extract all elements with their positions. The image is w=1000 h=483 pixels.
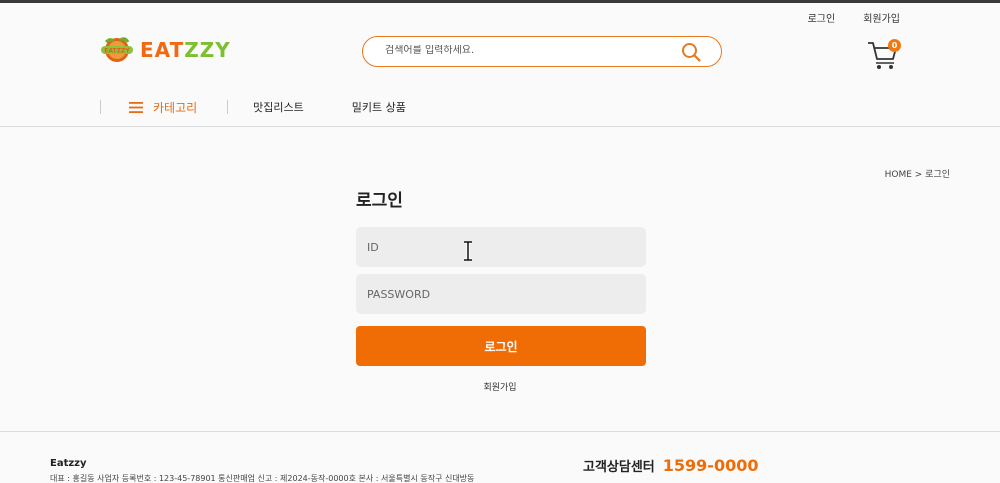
page-title: 로그인	[356, 191, 403, 211]
text-cursor-icon	[464, 241, 472, 261]
logo-mark-text: EATZZY	[104, 48, 130, 55]
nav-divider	[227, 100, 229, 114]
utility-links: 로그인 회원가입	[808, 10, 900, 25]
footer-divider	[0, 431, 1000, 432]
join-link[interactable]: 회원가입	[863, 10, 900, 25]
nav-item-mealkit[interactable]: 밀키트 상품	[352, 99, 406, 115]
search-input[interactable]	[385, 45, 665, 56]
logo-text: EATZZY	[140, 38, 231, 62]
login-link[interactable]: 로그인	[808, 10, 836, 25]
footer-company-info: 대표 : 홍길동 사업자 등록번호 : 123-45-78901 통신판매업 신…	[50, 474, 475, 483]
cs-phone-number: 1599-0000	[662, 456, 759, 475]
id-field[interactable]	[356, 227, 646, 267]
main-nav: 카테고리 맛집리스트 밀키트 상품	[100, 96, 406, 118]
login-button[interactable]: 로그인	[356, 326, 646, 366]
footer-company-name: Eatzzy	[50, 458, 87, 469]
top-border	[0, 0, 1000, 3]
logo[interactable]: EATZZY EATZZY	[100, 36, 231, 64]
cart-count-badge: 0	[888, 39, 901, 52]
cs-label: 고객상담센터	[583, 460, 655, 475]
search-icon[interactable]	[681, 42, 701, 62]
join-link-bottom[interactable]: 회원가입	[0, 380, 1000, 393]
header-divider	[0, 126, 1000, 127]
logo-mark-icon: EATZZY	[101, 37, 133, 62]
hamburger-icon	[129, 101, 143, 113]
password-field[interactable]	[356, 274, 646, 314]
logo-text-eat: EAT	[140, 38, 185, 62]
nav-item-restaurant-list[interactable]: 맛집리스트	[253, 99, 304, 115]
breadcrumb: HOME > 로그인	[884, 170, 950, 180]
logo-text-zzy: ZZY	[184, 38, 231, 62]
search-bar	[362, 36, 722, 67]
category-label: 카테고리	[153, 100, 198, 115]
category-menu-button[interactable]: 카테고리	[101, 99, 227, 116]
customer-service: 고객상담센터 1599-0000	[583, 456, 758, 475]
